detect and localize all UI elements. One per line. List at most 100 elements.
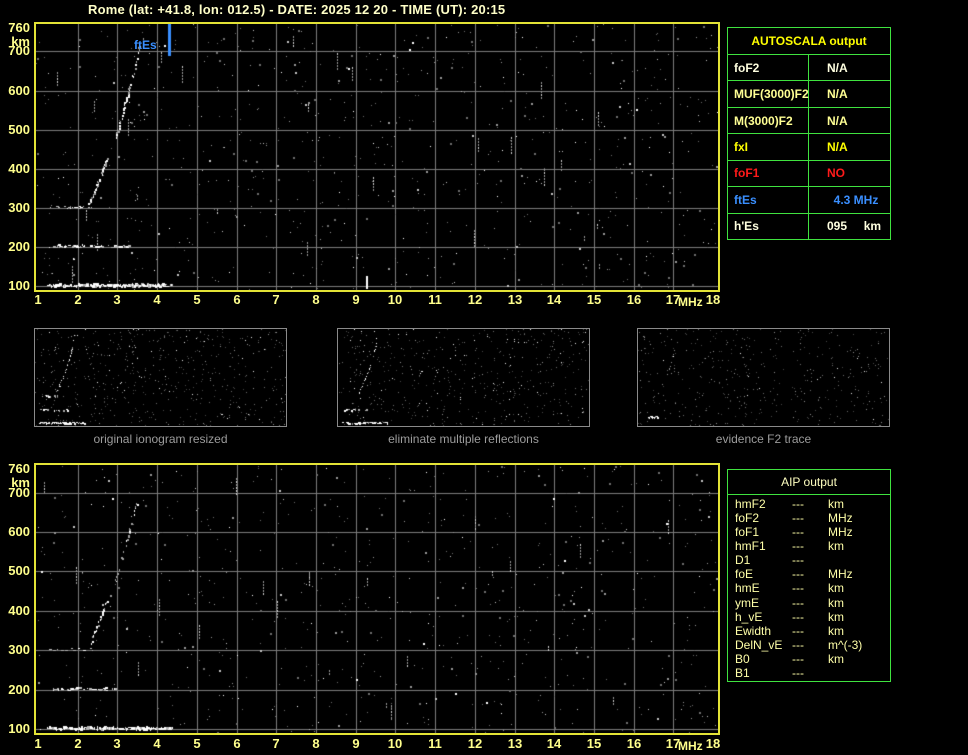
x-tick-label-13: 13 bbox=[504, 293, 526, 307]
y-tick-label-100: 100 bbox=[0, 279, 30, 293]
aip-param-value: --- bbox=[792, 611, 828, 625]
x-tick-label-15: 15 bbox=[583, 293, 605, 307]
aip-row-foF2: foF2---MHz bbox=[728, 512, 890, 526]
aip-param-value: --- bbox=[792, 582, 828, 596]
x-tick-label-18: 18 bbox=[702, 293, 724, 307]
aip-param-unit: km bbox=[828, 498, 890, 512]
autoscala-param-value: N/A bbox=[809, 140, 890, 154]
x-tick-label-11: 11 bbox=[424, 293, 446, 307]
x-tick-label-2: 2 bbox=[67, 293, 89, 307]
autoscala-param-label: foF1 bbox=[728, 161, 809, 186]
aip-row-hmF2: hmF2---km bbox=[728, 498, 890, 512]
x-tick-label-3: 3 bbox=[106, 737, 128, 751]
autoscala-param-label: MUF(3000)F2 bbox=[728, 81, 809, 106]
autoscala-param-value: NO bbox=[809, 166, 890, 180]
x-axis-unit-mhz: MHz bbox=[678, 740, 703, 753]
x-tick-label-4: 4 bbox=[146, 293, 168, 307]
autoscala-row-foF2: foF2N/A bbox=[728, 55, 890, 81]
aip-param-value: --- bbox=[792, 597, 828, 611]
x-tick-label-9: 9 bbox=[345, 293, 367, 307]
autoscala-param-value: 4.3 MHz bbox=[809, 193, 890, 207]
aip-row-foF1: foF1---MHz bbox=[728, 526, 890, 540]
autoscala-param-label: fxI bbox=[728, 134, 809, 159]
autoscala-param-value: N/A bbox=[809, 87, 890, 101]
x-tick-label-12: 12 bbox=[464, 293, 486, 307]
aip-row-B1: B1--- bbox=[728, 667, 890, 681]
thumbnail-evidence-f2 bbox=[637, 328, 890, 427]
y-tick-label-400: 400 bbox=[0, 604, 30, 618]
aip-param-label: D1 bbox=[728, 554, 792, 568]
x-tick-label-1: 1 bbox=[27, 293, 49, 307]
aip-param-label: foF2 bbox=[728, 512, 792, 526]
aip-row-ymE: ymE---km bbox=[728, 597, 890, 611]
y-tick-label-500: 500 bbox=[0, 564, 30, 578]
aip-param-unit bbox=[828, 554, 890, 568]
thumbnail-caption-original: original ionogram resized bbox=[34, 432, 287, 446]
x-tick-label-2: 2 bbox=[67, 737, 89, 751]
aip-param-unit: MHz bbox=[828, 512, 890, 526]
main-ionogram-plot bbox=[34, 22, 720, 292]
aip-param-value: --- bbox=[792, 625, 828, 639]
x-tick-label-9: 9 bbox=[345, 737, 367, 751]
x-tick-label-16: 16 bbox=[623, 293, 645, 307]
thumbnail-eliminate-canvas bbox=[338, 329, 589, 426]
aip-param-value: --- bbox=[792, 639, 828, 653]
aip-param-value: --- bbox=[792, 526, 828, 540]
aip-param-unit: km bbox=[828, 611, 890, 625]
y-tick-label-400: 400 bbox=[0, 162, 30, 176]
thumbnail-caption-evidence: evidence F2 trace bbox=[637, 432, 890, 446]
aip-row-hmF1: hmF1---km bbox=[728, 540, 890, 554]
x-tick-label-10: 10 bbox=[384, 293, 406, 307]
y-tick-label-200: 200 bbox=[0, 240, 30, 254]
x-tick-label-12: 12 bbox=[464, 737, 486, 751]
aip-param-label: B1 bbox=[728, 667, 792, 681]
autoscala-param-label: ftEs bbox=[728, 187, 809, 212]
y-tick-label-200: 200 bbox=[0, 683, 30, 697]
aip-param-value: --- bbox=[792, 512, 828, 526]
restored-ionogram-plot bbox=[34, 463, 720, 735]
autoscala-row-MUF(3000)F2: MUF(3000)F2N/A bbox=[728, 81, 890, 107]
x-tick-label-3: 3 bbox=[106, 293, 128, 307]
x-tick-label-6: 6 bbox=[226, 737, 248, 751]
aip-param-label: hmF1 bbox=[728, 540, 792, 554]
x-tick-label-14: 14 bbox=[543, 293, 565, 307]
y-tick-label-500: 500 bbox=[0, 123, 30, 137]
autoscala-output-table: AUTOSCALA output foF2N/AMUF(3000)F2N/AM(… bbox=[727, 27, 891, 240]
autoscala-param-value: N/A bbox=[809, 61, 890, 75]
aip-param-value: --- bbox=[792, 554, 828, 568]
x-axis-unit-mhz: MHz bbox=[678, 296, 703, 309]
aip-param-label: h_vE bbox=[728, 611, 792, 625]
aip-row-foE: foE---MHz bbox=[728, 568, 890, 582]
aip-param-unit: m^(-3) bbox=[828, 639, 890, 653]
aip-row-Ewidth: Ewidth---km bbox=[728, 625, 890, 639]
aip-param-value: --- bbox=[792, 653, 828, 667]
aip-param-unit: MHz bbox=[828, 526, 890, 540]
x-tick-label-10: 10 bbox=[384, 737, 406, 751]
restored-ionogram-canvas bbox=[36, 465, 718, 733]
autoscala-param-label: foF2 bbox=[728, 55, 809, 80]
x-tick-label-14: 14 bbox=[543, 737, 565, 751]
y-tick-label-100: 100 bbox=[0, 722, 30, 736]
aip-param-unit: MHz bbox=[828, 568, 890, 582]
x-tick-label-16: 16 bbox=[623, 737, 645, 751]
autoscala-row-foF1: foF1NO bbox=[728, 161, 890, 187]
autoscala-param-value: 095 km bbox=[809, 219, 890, 233]
aip-param-unit: km bbox=[828, 540, 890, 554]
aip-row-hmE: hmE---km bbox=[728, 582, 890, 596]
aip-param-value: --- bbox=[792, 568, 828, 582]
autoscala-row-ftEs: ftEs 4.3 MHz bbox=[728, 187, 890, 213]
aip-param-label: hmE bbox=[728, 582, 792, 596]
aip-param-unit: km bbox=[828, 582, 890, 596]
autoscala-table-title: AUTOSCALA output bbox=[728, 28, 890, 55]
aip-table-rows: hmF2---kmfoF2---MHzfoF1---MHzhmF1---kmD1… bbox=[728, 495, 890, 681]
autoscala-row-fxI: fxIN/A bbox=[728, 134, 890, 160]
aip-param-value: --- bbox=[792, 540, 828, 554]
aip-param-unit: km bbox=[828, 653, 890, 667]
x-tick-label-5: 5 bbox=[186, 737, 208, 751]
aip-param-label: hmF2 bbox=[728, 498, 792, 512]
x-tick-label-7: 7 bbox=[265, 293, 287, 307]
aip-param-label: foF1 bbox=[728, 526, 792, 540]
autoscala-row-M(3000)F2: M(3000)F2N/A bbox=[728, 108, 890, 134]
aip-row-DelN_vE: DelN_vE---m^(-3) bbox=[728, 639, 890, 653]
autoscala-param-label: h'Es bbox=[728, 214, 809, 239]
